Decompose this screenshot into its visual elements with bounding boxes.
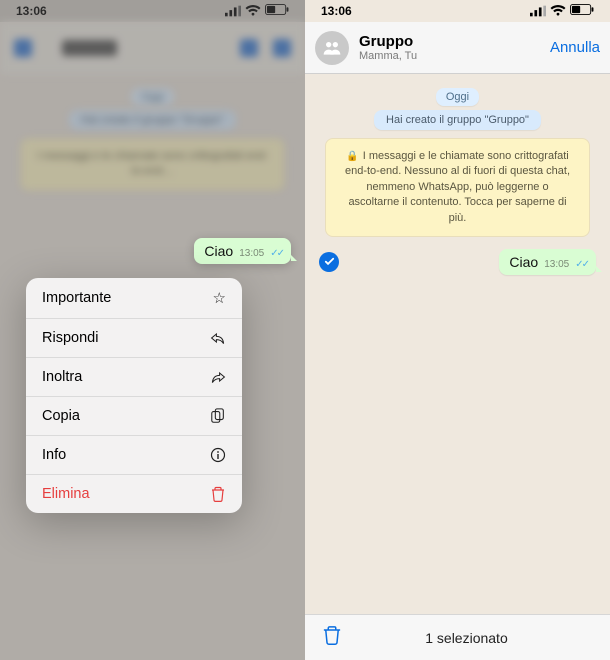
date-pill: Oggi (436, 88, 479, 106)
group-avatar-icon[interactable] (315, 31, 349, 65)
reply-icon (210, 330, 226, 346)
group-title: Gruppo (359, 33, 540, 50)
menu-label: Elimina (42, 486, 90, 502)
selection-toolbar: 1 selezionato (305, 614, 610, 660)
selection-count: 1 selezionato (341, 630, 592, 646)
menu-label: Copia (42, 408, 80, 424)
signal-icon (530, 3, 546, 19)
chat-area: Oggi Hai creato il gruppo "Gruppo" 🔒I me… (305, 74, 610, 283)
group-subtitle: Mamma, Tu (359, 50, 540, 63)
message-row[interactable]: Ciao 13:05 ✓✓ (315, 249, 600, 275)
lock-icon: 🔒 (346, 151, 358, 162)
menu-item-info[interactable]: Info (26, 436, 242, 475)
menu-label: Inoltra (42, 369, 82, 385)
message-bubble[interactable]: Ciao 13:05 ✓✓ (499, 249, 596, 275)
screen-context-menu: 13:06 Oggi Hai creato il gruppo "Gruppo"… (0, 0, 305, 660)
copy-icon (210, 408, 226, 424)
wifi-icon (550, 3, 566, 19)
menu-item-forward[interactable]: Inoltra (26, 358, 242, 397)
info-icon (210, 447, 226, 463)
menu-item-copy[interactable]: Copia (26, 397, 242, 436)
selection-checkmark-icon[interactable] (319, 252, 339, 272)
chat-header: Gruppo Mamma, Tu Annulla (305, 22, 610, 74)
battery-icon (570, 4, 594, 18)
message-time: 13:05 (544, 259, 569, 270)
menu-item-reply[interactable]: Rispondi (26, 319, 242, 358)
screen-selection: 13:06 Gruppo Mamma, Tu Annulla Oggi Hai … (305, 0, 610, 660)
star-icon: ☆ (213, 289, 226, 307)
delete-button[interactable] (323, 625, 341, 650)
message-text: Ciao (509, 254, 538, 270)
menu-label: Rispondi (42, 330, 98, 346)
menu-item-delete[interactable]: Elimina (26, 475, 242, 513)
context-menu: Importante ☆ Rispondi Inoltra Copia Info (26, 278, 242, 513)
header-titles[interactable]: Gruppo Mamma, Tu (359, 33, 540, 63)
status-bar: 13:06 (305, 0, 610, 22)
status-time: 13:06 (321, 4, 352, 18)
cancel-button[interactable]: Annulla (550, 39, 600, 56)
read-ticks-icon: ✓✓ (575, 259, 588, 270)
trash-icon (210, 486, 226, 502)
menu-label: Importante (42, 290, 111, 306)
menu-label: Info (42, 447, 66, 463)
menu-item-important[interactable]: Importante ☆ (26, 278, 242, 319)
system-message: Hai creato il gruppo "Gruppo" (374, 110, 541, 130)
encryption-text: I messaggi e le chiamate sono crittograf… (345, 150, 570, 224)
encryption-notice[interactable]: 🔒I messaggi e le chiamate sono crittogra… (325, 138, 590, 237)
forward-icon (210, 369, 226, 385)
status-icons (530, 3, 594, 19)
